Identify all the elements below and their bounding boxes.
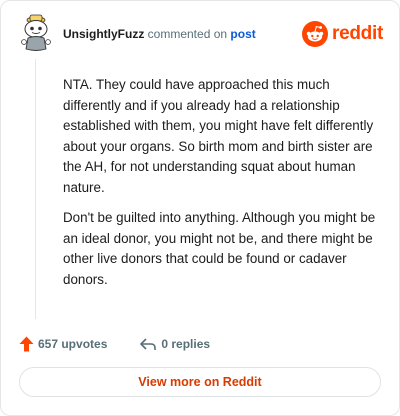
snoo-avatar-icon [21,14,51,51]
upvote-button[interactable]: 657 upvotes [19,336,107,352]
thread-line [35,59,36,319]
username-link[interactable]: UnsightlyFuzz [63,27,144,41]
comment-paragraph-2: Don't be guilted into anything. Although… [63,210,376,287]
user-avatar[interactable] [19,13,55,53]
comment-byline: UnsightlyFuzz commented on post [63,26,256,42]
reddit-wordmark: reddit [332,23,383,44]
reply-count: 0 replies [161,337,211,351]
comment-body: NTA. They could have approached this muc… [63,75,383,300]
comment-embed-card: UnsightlyFuzz commented on post reddit N… [0,0,400,416]
reddit-logo[interactable]: reddit [302,20,383,48]
view-more-on-reddit-button[interactable]: View more on Reddit [19,367,381,397]
upvote-count: 657 upvotes [38,337,108,351]
replies-button[interactable]: 0 replies [139,336,210,352]
post-link[interactable]: post [230,27,255,41]
reply-arrow-icon [140,338,157,350]
comment-paragraph-1: NTA. They could have approached this muc… [63,77,374,195]
upvote-arrow-icon [19,336,34,352]
comment-header: UnsightlyFuzz commented on post reddit [15,13,385,57]
commented-on-text: commented on [147,27,228,41]
reddit-snoo-icon [302,21,329,47]
comment-actions: 657 upvotes 0 replies [19,335,210,353]
